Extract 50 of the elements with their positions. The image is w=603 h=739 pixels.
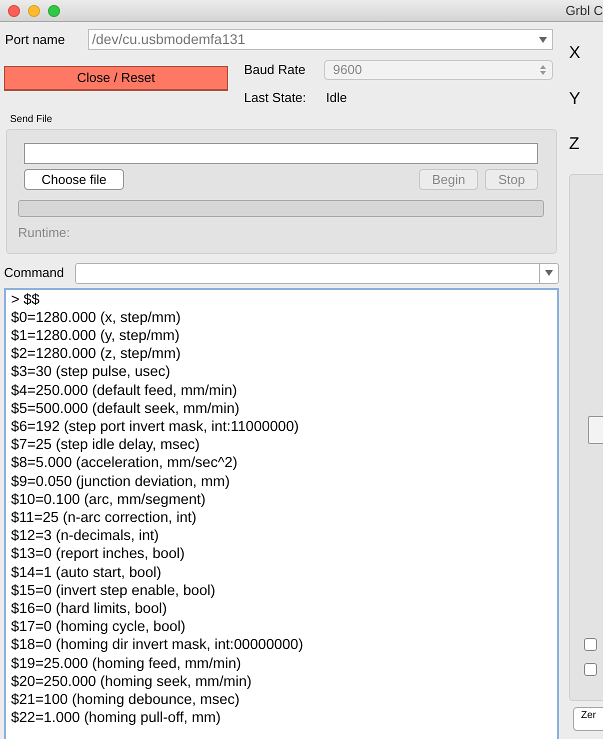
console-line: $8=5.000 (acceleration, mm/sec^2) [11, 454, 238, 473]
stepper-arrows-icon [540, 65, 546, 75]
close-reset-button[interactable]: Close / Reset [4, 66, 228, 91]
axis-label: Z [569, 133, 580, 155]
console-line: $13=0 (report inches, bool) [11, 545, 185, 564]
console-line: $1=1280.000 (y, step/mm) [11, 326, 180, 346]
console-line: $19=25.000 (homing feed, mm/min) [11, 654, 242, 673]
port-name-label: Port name [4, 30, 66, 49]
zoom-window-icon[interactable] [48, 4, 60, 16]
console-line: $11=25 (n-arc correction, int) [11, 508, 196, 528]
baud-rate-spinner[interactable]: 9600 [324, 60, 553, 80]
console-line: $20=250.000 (homing seek, mm/min) [11, 672, 252, 691]
console-line: $0=1280.000 (x, step/mm) [11, 308, 181, 327]
console-line: $16=0 (hard limits, bool) [11, 600, 167, 618]
console-line: $2=1280.000 (z, step/mm) [11, 345, 181, 364]
zero-button[interactable]: Zer [573, 706, 603, 730]
console-line: $9=0.050 (junction deviation, mm) [11, 472, 230, 491]
console-line: $6=192 (step port invert mask, int:11000000) [11, 418, 299, 436]
console-line: $5=500.000 (default seek, mm/min) [11, 400, 240, 418]
axis-label: Y [569, 88, 580, 110]
window-title: Grbl C [565, 2, 603, 20]
console-line: $7=25 (step idle delay, msec) [11, 436, 200, 454]
baud-rate-label: Baud Rate [244, 61, 306, 80]
close-window-icon[interactable] [8, 4, 20, 16]
console-line: $21=100 (homing debounce, msec) [11, 690, 240, 710]
minimize-window-icon[interactable] [28, 4, 40, 16]
checkbox[interactable] [584, 662, 597, 676]
console-line: > $$ [11, 290, 40, 309]
console-line: $15=0 (invert step enable, bool) [11, 582, 216, 600]
axis-label: X [569, 42, 580, 64]
console-line: $17=0 (homing cycle, bool) [11, 618, 186, 636]
dropdown-arrow-icon [545, 270, 553, 276]
command-dropdown[interactable] [75, 262, 559, 284]
console-line: $12=3 (n-decimals, int) [11, 527, 159, 546]
last-state-label: Last State: [244, 89, 308, 107]
command-label: Command [4, 264, 65, 282]
runtime-label: Runtime: [18, 224, 70, 242]
file-path-field[interactable] [24, 142, 538, 164]
console-line: $22=1.000 (homing pull-off, mm) [11, 709, 221, 728]
dropdown-arrow-icon [539, 36, 547, 42]
console-line: $18=0 (homing dir invert mask, int:00000000) [11, 636, 304, 655]
console-line: $3=30 (step pulse, usec) [11, 363, 170, 382]
console-line: $4=250.000 (default feed, mm/min) [11, 382, 238, 400]
send-file-heading: Send File [10, 112, 52, 126]
last-state-value: Idle [326, 89, 347, 107]
checkbox[interactable] [584, 638, 597, 650]
console-line: $10=0.100 (arc, mm/segment) [11, 490, 206, 509]
console-line: $14=1 (auto start, bool) [11, 564, 162, 582]
choose-file-button[interactable]: Choose file [24, 168, 124, 190]
port-name-dropdown[interactable]: /dev/cu.usbmodemfa131 [88, 29, 553, 50]
